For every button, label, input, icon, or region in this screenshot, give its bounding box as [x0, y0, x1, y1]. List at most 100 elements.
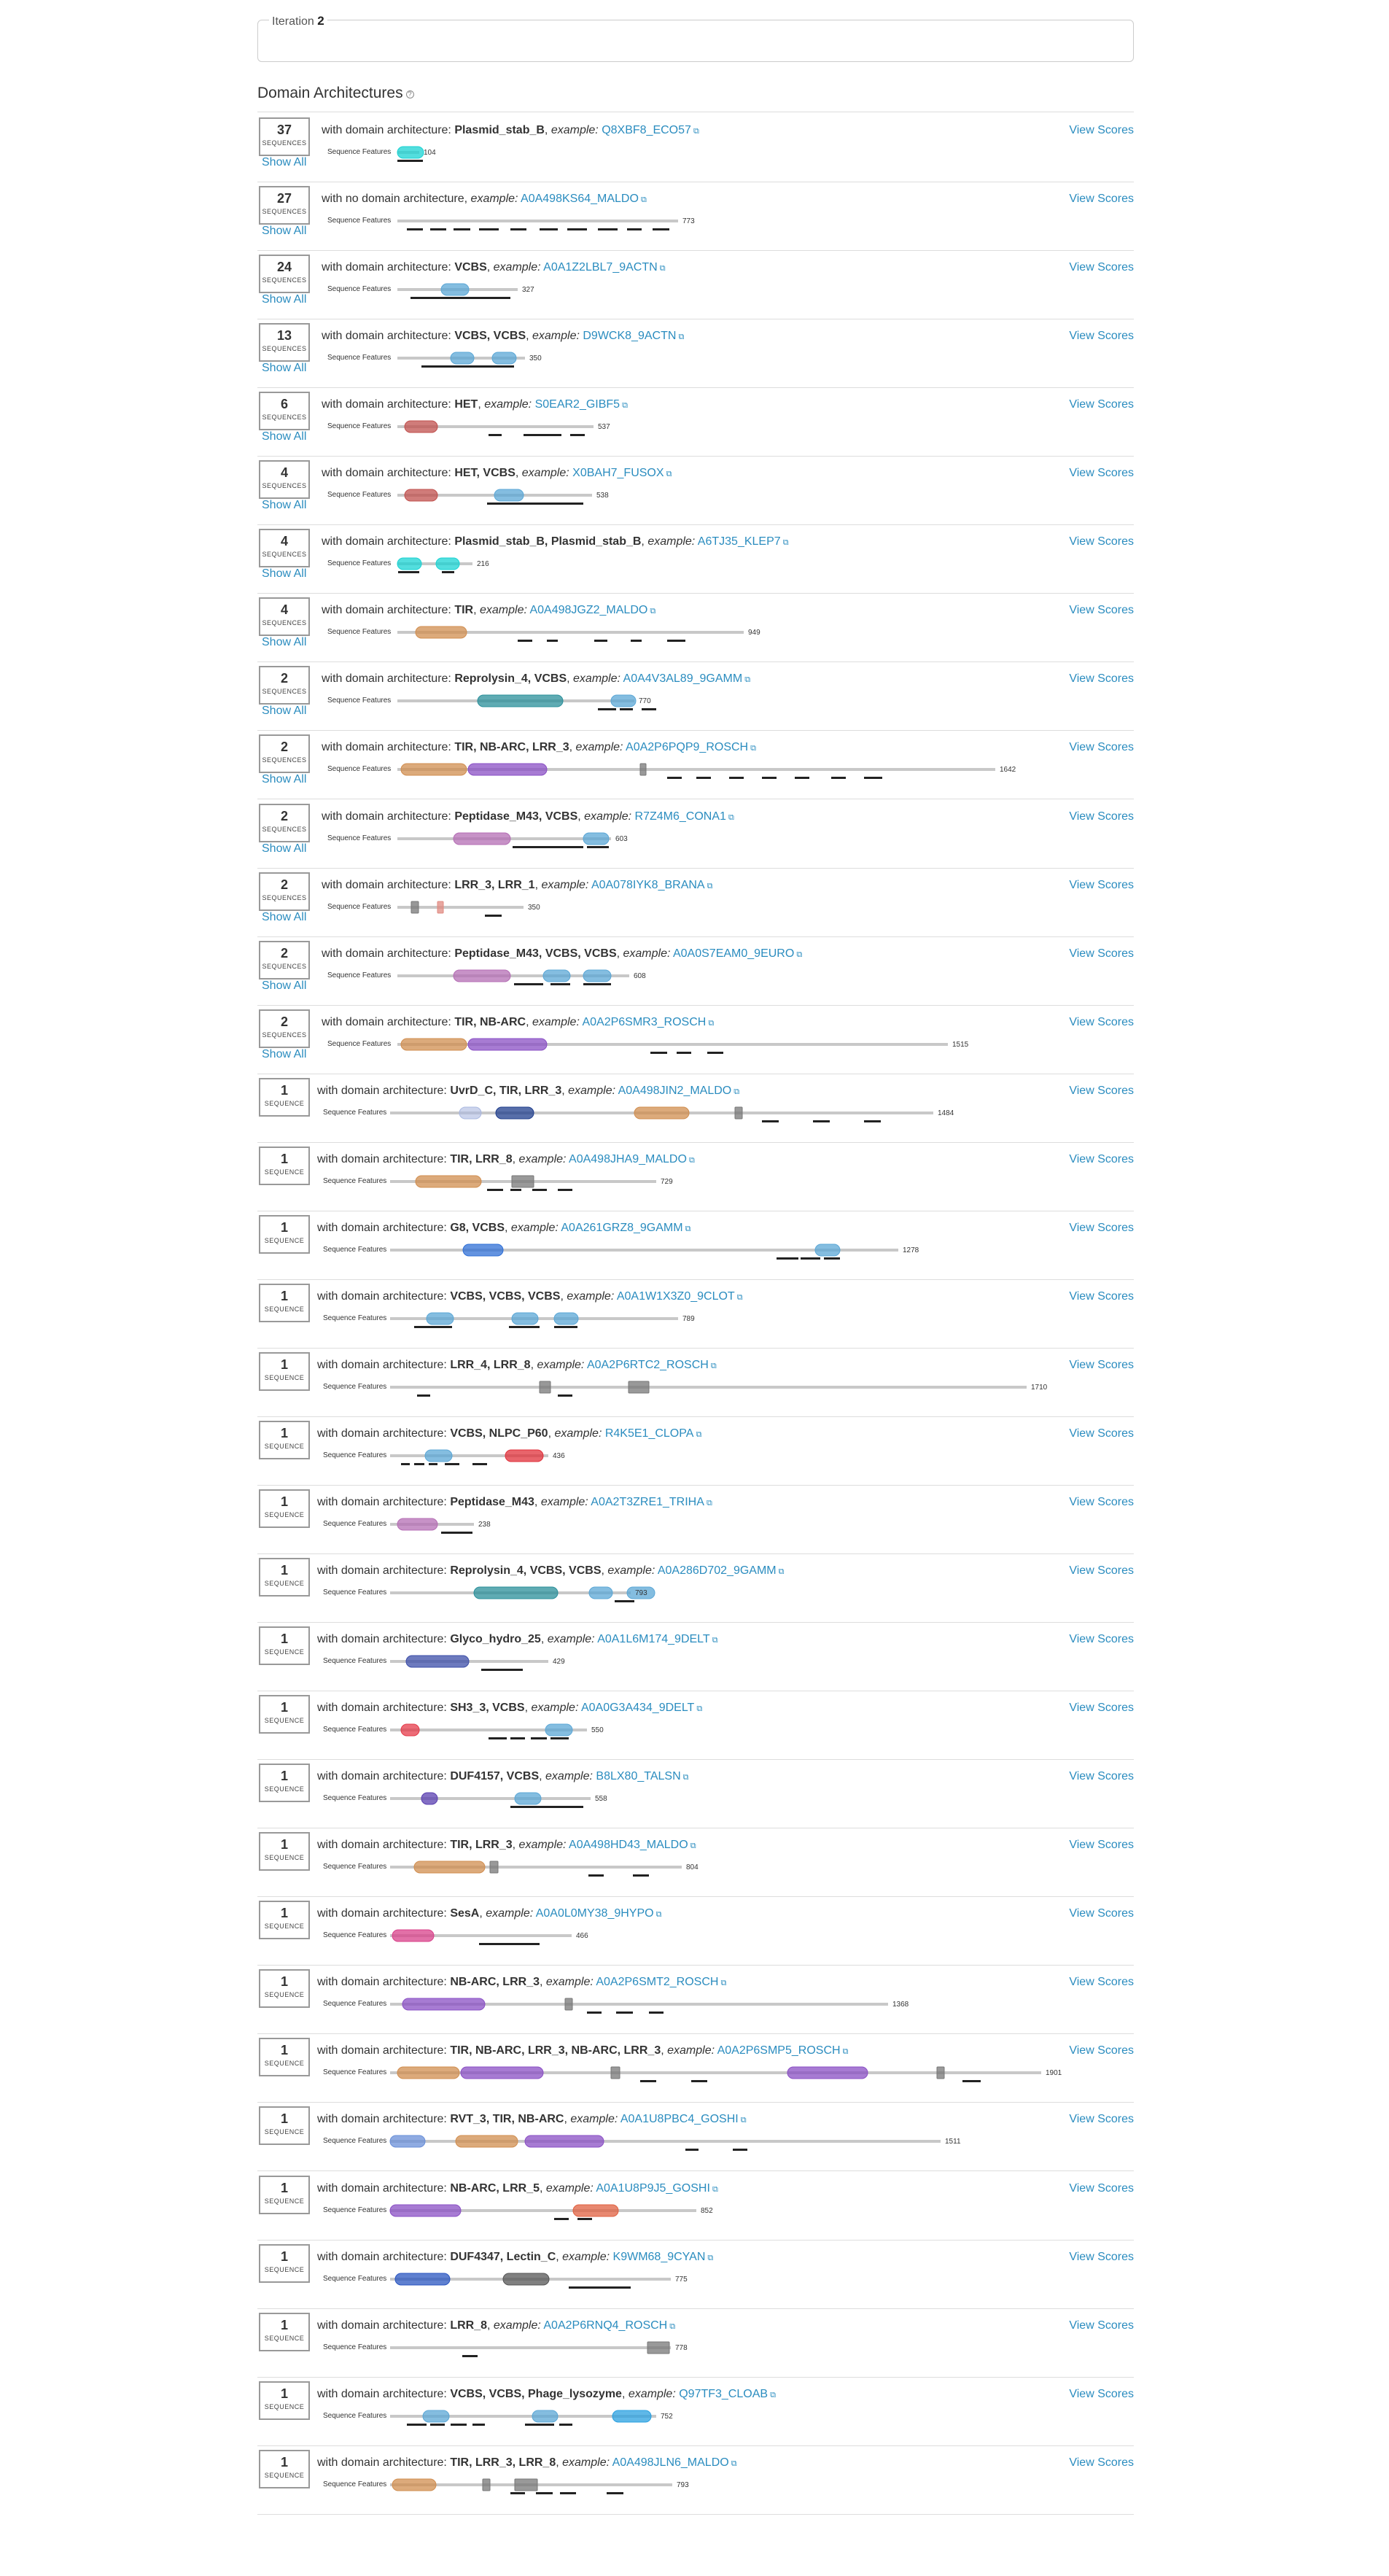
domain-vcbs[interactable]: [583, 832, 610, 845]
feature-mark: [567, 228, 587, 230]
help-icon[interactable]: ?: [405, 90, 414, 99]
domain-lrr[interactable]: [610, 2066, 620, 2079]
domain-tir[interactable]: [634, 1106, 690, 1120]
domain-track: 1368: [390, 1998, 909, 2014]
domain-reprolysin-4[interactable]: [477, 694, 564, 707]
domain-sesa[interactable]: [392, 1929, 435, 1942]
sequence-backbone: [390, 1386, 1027, 1389]
domain-lrr[interactable]: [734, 1106, 743, 1120]
sequence-length-label: 550: [591, 1726, 604, 1734]
domain-nb-arc[interactable]: [389, 2204, 462, 2217]
sequence-length-label: 778: [675, 2344, 688, 2352]
architecture-row: 24 SEQUENCES Show All with domain architect…: [257, 250, 1134, 319]
domain-duf4347[interactable]: [394, 2273, 451, 2286]
feature-mark: [560, 2492, 576, 2494]
domain-track: 216: [397, 557, 489, 573]
domain-track: 436: [390, 1449, 565, 1465]
domain-lrr[interactable]: [539, 1381, 551, 1394]
domain-tir[interactable]: [455, 2135, 518, 2148]
domain-lrr[interactable]: [489, 1861, 499, 1874]
domain-vcbs[interactable]: [511, 1312, 539, 1325]
domain-lrr-8[interactable]: [514, 2478, 538, 2491]
domain-lrr-8[interactable]: [647, 2341, 670, 2354]
domain-nb-arc[interactable]: [467, 1038, 548, 1051]
domain-duf4157[interactable]: [421, 1792, 438, 1805]
domain-lrr[interactable]: [936, 2066, 945, 2079]
domain-het[interactable]: [404, 420, 438, 433]
domain-uvrd-c[interactable]: [495, 1106, 534, 1120]
domain-peptidase-m43[interactable]: [397, 1518, 438, 1531]
architecture-row: 1 SEQUENCE with domain architecture: NB-AR…: [257, 1965, 1134, 2034]
feature-mark: [414, 1326, 452, 1328]
domain-vcbs[interactable]: [532, 2410, 559, 2423]
domain-tir[interactable]: [400, 1038, 467, 1051]
feature-mark: [407, 228, 423, 230]
domain-vcbs[interactable]: [814, 1244, 841, 1257]
domain-nb-arc[interactable]: [460, 2066, 544, 2079]
feature-mark: [472, 1463, 487, 1465]
domain-het[interactable]: [404, 489, 438, 502]
domain-lectin-c[interactable]: [502, 2273, 550, 2286]
feature-mark: [559, 2424, 572, 2426]
domain-tir[interactable]: [413, 1861, 486, 1874]
feature-mark: [487, 1189, 503, 1191]
domain-lrr[interactable]: [482, 2478, 491, 2491]
domain-g8[interactable]: [462, 1244, 504, 1257]
domain-glyco-hydro-25[interactable]: [405, 1655, 470, 1668]
domain-sh3-3[interactable]: [400, 1723, 420, 1737]
domain-lrr-5[interactable]: [572, 2204, 619, 2217]
feature-mark: [489, 1737, 507, 1739]
domain-vcbs[interactable]: [553, 1312, 579, 1325]
domain-tir-light[interactable]: [459, 1106, 482, 1120]
domain-track: 603: [397, 832, 628, 848]
feature-mark: [462, 2355, 478, 2357]
domain-peptidase-m43[interactable]: [453, 832, 511, 845]
feature-mark: [407, 2424, 427, 2426]
domain-track: 608: [397, 969, 646, 985]
domain-tir[interactable]: [415, 626, 467, 639]
domain-vcbs[interactable]: [491, 352, 517, 365]
feature-mark: [487, 503, 583, 505]
architecture-row: 1 SEQUENCE with domain architecture: VCBS,…: [257, 1416, 1134, 1486]
domain-nb-arc[interactable]: [402, 1998, 486, 2011]
domain-plasmid-stab-b[interactable]: [435, 557, 460, 570]
domain-tir[interactable]: [397, 2066, 460, 2079]
domain-peptidase-m43[interactable]: [453, 969, 511, 982]
domain-track: 1278: [390, 1244, 919, 1260]
domain-vcbs[interactable]: [514, 1792, 542, 1805]
domain-lrr[interactable]: [639, 763, 647, 776]
domain-lrr[interactable]: [411, 901, 419, 914]
domain-reprolysin-4[interactable]: [473, 1586, 559, 1599]
domain-vcbs[interactable]: [422, 2410, 450, 2423]
domain-tir[interactable]: [400, 763, 467, 776]
domain-tir[interactable]: [415, 1175, 482, 1188]
domain-vcbs[interactable]: [583, 969, 612, 982]
sequence-length-label: 537: [598, 423, 610, 431]
domain-lrr[interactable]: [511, 1175, 534, 1188]
domain-plasmid-stab-b[interactable]: [397, 557, 422, 570]
domain-lrr-8[interactable]: [628, 1381, 650, 1394]
domain-vcbs[interactable]: [545, 1723, 573, 1737]
domain-rvt-3[interactable]: [389, 2135, 426, 2148]
domain-vcbs[interactable]: [424, 1449, 453, 1462]
domain-vcbs[interactable]: [610, 694, 637, 707]
domain-vcbs[interactable]: [588, 1586, 613, 1599]
domain-vcbs[interactable]: [542, 969, 571, 982]
domain-plasmid-stab-b[interactable]: [397, 146, 424, 159]
domain-vcbs[interactable]: [450, 352, 475, 365]
domain-nb-arc[interactable]: [524, 2135, 604, 2148]
domain-phage-lysozyme[interactable]: [612, 2410, 652, 2423]
domain-tir[interactable]: [392, 2478, 437, 2491]
domain-vcbs[interactable]: [426, 1312, 454, 1325]
domain-lrr-1[interactable]: [437, 901, 444, 914]
feature-mark: [696, 777, 711, 779]
domain-track: 558: [390, 1792, 607, 1808]
domain-nlpc-p60[interactable]: [505, 1449, 544, 1462]
domain-nb-arc[interactable]: [467, 763, 548, 776]
iteration-box: [257, 20, 1134, 62]
domain-vcbs[interactable]: [494, 489, 524, 502]
domain-vcbs[interactable]: [440, 283, 470, 296]
domain-nb-arc[interactable]: [787, 2066, 868, 2079]
domain-lrr[interactable]: [564, 1998, 573, 2011]
architecture-row: 1 SEQUENCE with domain architecture: SesA,…: [257, 1896, 1134, 1966]
